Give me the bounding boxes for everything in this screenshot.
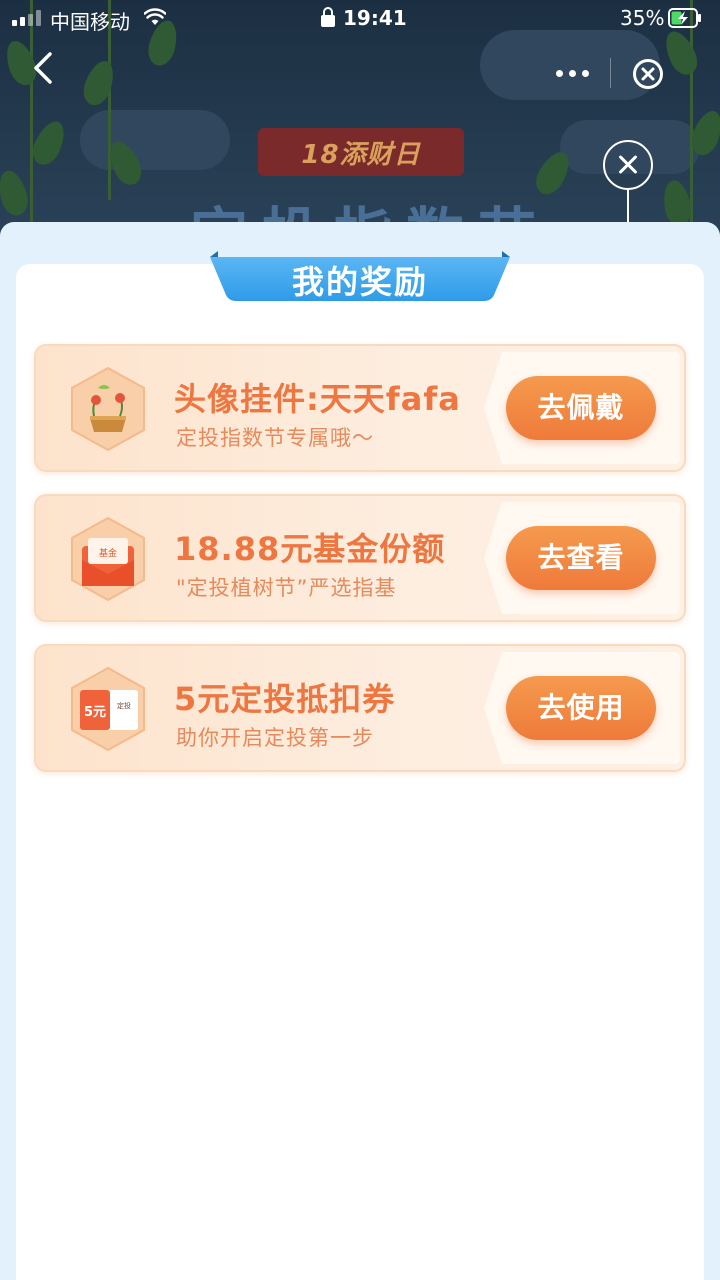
modal-close-connector [627, 190, 629, 224]
back-button[interactable] [28, 48, 60, 88]
festival-badge: 18添财日 [258, 128, 464, 176]
clock: 19:41 [343, 6, 407, 30]
reward-title: 18.88元基金份额 [174, 530, 446, 568]
fund-red-envelope-icon: 基金 [71, 516, 145, 602]
reward-card-avatar-pendant: 头像挂件:天天fafa 定投指数节专属哦～ 去佩戴 [34, 344, 686, 472]
status-bar: 中国移动 19:41 35% [0, 0, 720, 40]
reward-title: 头像挂件:天天fafa [174, 380, 461, 418]
wifi-icon [144, 8, 166, 25]
modal-title-tab: 我的奖励 [210, 251, 510, 303]
view-fund-button[interactable]: 去查看 [506, 526, 656, 590]
battery-charging-icon [668, 8, 701, 28]
modal-close-button[interactable] [603, 140, 653, 190]
coupon-icon: 5元 定投 [71, 666, 145, 752]
reward-subtitle: 定投指数节专属哦～ [176, 426, 374, 450]
reward-subtitle: 助你开启定投第一步 [176, 726, 374, 750]
reward-title: 5元定投抵扣券 [174, 680, 396, 718]
orientation-lock-icon [321, 7, 335, 27]
wear-pendant-button[interactable]: 去佩戴 [506, 376, 656, 440]
svg-text:基金: 基金 [99, 547, 117, 559]
carrier-name: 中国移动 [50, 10, 130, 34]
nav-divider [610, 58, 611, 88]
cellular-signal-icon [12, 10, 41, 26]
svg-text:5元: 5元 [84, 705, 106, 720]
avatar-pendant-icon [71, 366, 145, 452]
reward-subtitle: "定投植树节”严选指基 [176, 576, 397, 600]
festival-badge-text: 18添财日 [301, 139, 421, 170]
use-coupon-button[interactable]: 去使用 [506, 676, 656, 740]
modal-title: 我的奖励 [291, 263, 428, 301]
battery-percent: 35% [620, 6, 665, 30]
close-miniapp-button[interactable] [632, 58, 664, 90]
reward-card-fund-share: 基金 18.88元基金份额 "定投植树节”严选指基 去查看 [34, 494, 686, 622]
svg-text:定投: 定投 [117, 701, 131, 710]
reward-card-coupon: 5元 定投 5元定投抵扣券 助你开启定投第一步 去使用 [34, 644, 686, 772]
more-options-button[interactable] [552, 58, 592, 88]
